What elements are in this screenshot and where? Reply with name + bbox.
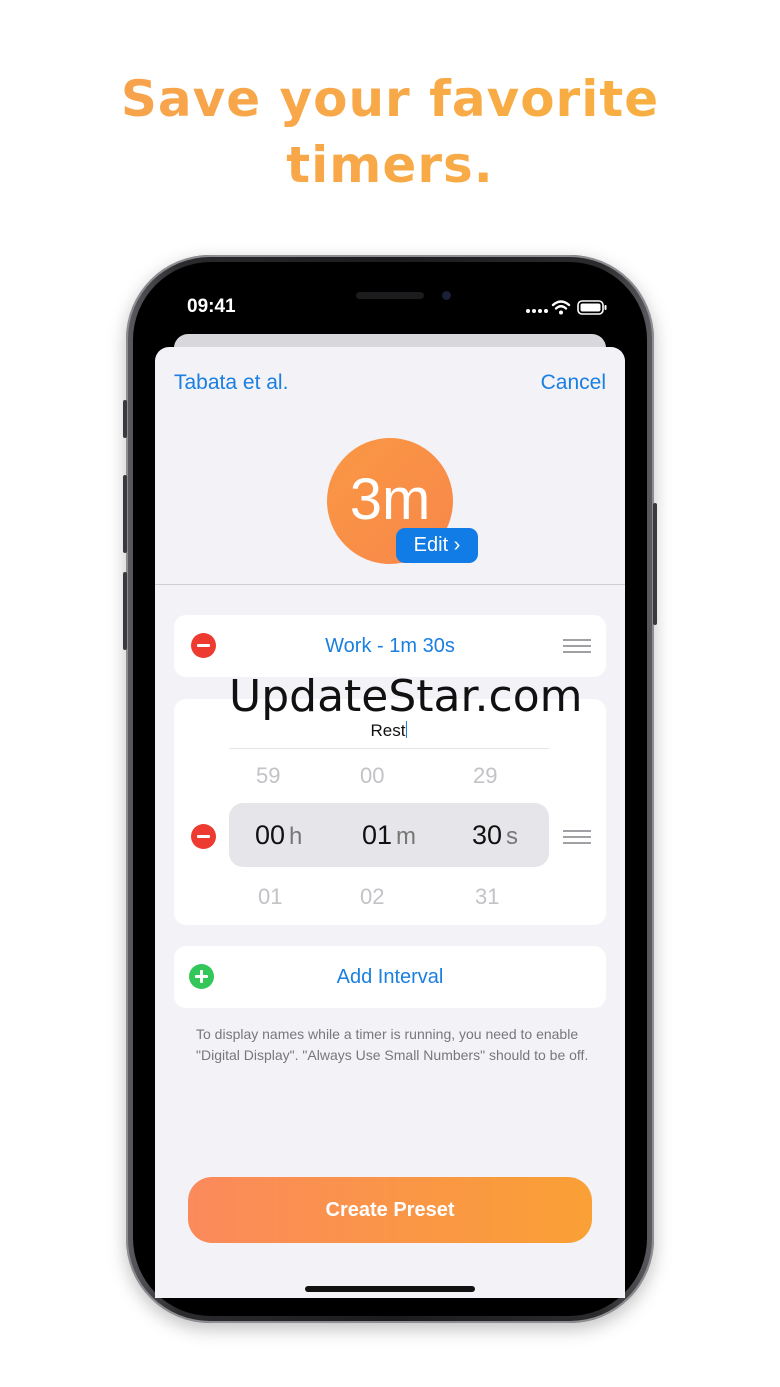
interval-name-text: Rest — [370, 721, 406, 740]
interval-name-field[interactable]: Rest — [229, 721, 549, 749]
add-interval-row[interactable]: Add Interval — [174, 946, 606, 1008]
status-icons — [524, 298, 608, 318]
picker-seconds-selected[interactable]: 30 s — [472, 820, 518, 851]
volume-down-button — [123, 572, 127, 650]
minutes-value: 01 — [362, 820, 393, 850]
picker-seconds-above[interactable]: 29 — [473, 763, 497, 789]
signal-wifi-battery-icons — [526, 300, 607, 315]
reorder-handle-icon[interactable] — [563, 639, 591, 653]
picker-minutes-below[interactable]: 02 — [360, 884, 384, 910]
picker-seconds-below[interactable]: 31 — [475, 884, 499, 910]
headline-line-2: timers. — [286, 136, 494, 194]
picker-hours-above[interactable]: 59 — [256, 763, 280, 789]
picker-minutes-selected[interactable]: 01 m — [362, 820, 416, 851]
seconds-unit: s — [506, 823, 519, 850]
power-button — [653, 503, 657, 625]
status-time: 09:41 — [187, 296, 236, 317]
cancel-button[interactable]: Cancel — [541, 371, 606, 395]
hours-unit: h — [289, 823, 303, 850]
minutes-unit: m — [396, 823, 417, 850]
interval-row-rest[interactable]: Rest 59 00 29 00 h 01 m 30 s 01 02 31 — [174, 699, 606, 925]
reorder-handle-icon[interactable] — [563, 830, 591, 844]
wifi-icon — [551, 300, 571, 310]
hours-value: 00 — [255, 820, 286, 850]
interval-row-work[interactable]: Work - 1m 30s — [174, 615, 606, 677]
delete-interval-button[interactable] — [191, 824, 216, 849]
picker-minutes-above[interactable]: 00 — [360, 763, 384, 789]
interval-label: Work - 1m 30s — [325, 635, 455, 657]
headline: Save your favorite timers. — [0, 66, 780, 198]
text-caret — [406, 721, 408, 738]
add-interval-label: Add Interval — [336, 966, 444, 988]
timer-total-value: 3m — [349, 467, 431, 532]
volume-up-button — [123, 475, 127, 553]
new-preset-sheet: Tabata et al. Cancel 3m Edit › Work - 1m… — [155, 347, 625, 1298]
create-preset-button[interactable]: Create Preset — [188, 1177, 592, 1243]
mute-switch — [123, 400, 127, 438]
picker-hours-below[interactable]: 01 — [258, 884, 282, 910]
home-indicator — [305, 1286, 475, 1292]
display-names-footnote: To display names while a timer is runnin… — [196, 1026, 589, 1063]
front-camera — [442, 291, 451, 300]
battery-icon — [577, 300, 607, 315]
cellular-signal-icon — [526, 309, 548, 313]
seconds-value: 30 — [472, 820, 503, 850]
speaker — [356, 292, 424, 299]
picker-hours-selected[interactable]: 00 h — [255, 820, 302, 851]
watermark-text: UpdateStar.com — [229, 671, 583, 722]
headline-line-1: Save your favorite — [120, 70, 660, 128]
preset-name[interactable]: Tabata et al. — [174, 371, 288, 395]
edit-button[interactable]: Edit › — [396, 528, 478, 563]
wifi-dot — [559, 310, 563, 315]
header-divider — [155, 584, 625, 585]
